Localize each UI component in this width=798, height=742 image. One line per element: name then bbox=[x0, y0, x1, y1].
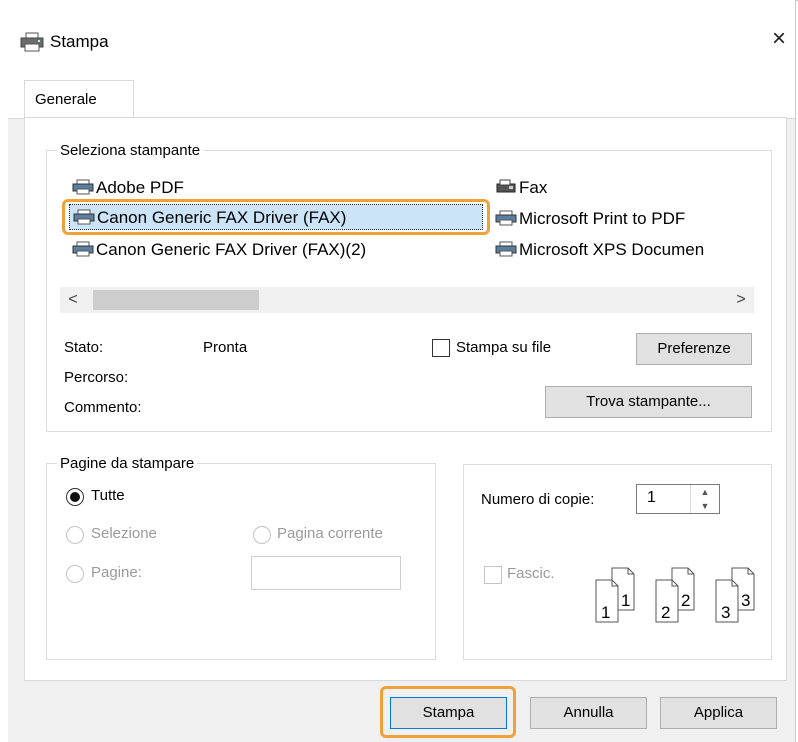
copies-value: 1 bbox=[647, 489, 656, 506]
collate-number: 2 bbox=[681, 591, 690, 610]
collate-label: Fascic. bbox=[507, 565, 555, 582]
copies-spinner[interactable]: 1 ▲ ▼ bbox=[636, 484, 720, 514]
spin-buttons: ▲ ▼ bbox=[690, 485, 719, 513]
collate-checkbox[interactable] bbox=[484, 566, 502, 584]
printer-item-ms-xps[interactable]: Microsoft XPS Documen bbox=[495, 237, 757, 263]
location-label: Percorso: bbox=[64, 369, 129, 386]
scroll-left-button[interactable]: < bbox=[60, 287, 86, 313]
printer-item-canon-fax-2[interactable]: Canon Generic FAX Driver (FAX)(2) bbox=[72, 237, 366, 263]
printer-icon bbox=[20, 32, 44, 52]
all-pages-radio[interactable] bbox=[66, 488, 84, 506]
collate-number: 3 bbox=[721, 603, 730, 622]
highlight-selected-printer bbox=[62, 199, 490, 235]
printer-icon bbox=[72, 241, 94, 257]
pages-label: Pagine: bbox=[91, 564, 142, 581]
collate-number: 3 bbox=[741, 591, 750, 610]
spin-down-icon[interactable]: ▼ bbox=[691, 499, 719, 513]
printer-item-fax[interactable]: Fax bbox=[495, 175, 547, 201]
spin-up-icon[interactable]: ▲ bbox=[691, 485, 719, 499]
preferences-button[interactable]: Preferenze bbox=[636, 333, 752, 365]
collate-number: 1 bbox=[601, 603, 610, 622]
print-to-file-checkbox[interactable] bbox=[432, 339, 450, 357]
printer-name: Adobe PDF bbox=[96, 178, 184, 197]
collate-number: 1 bbox=[621, 591, 630, 610]
pages-radio[interactable] bbox=[66, 565, 84, 583]
print-to-file-label: Stampa su file bbox=[456, 339, 552, 356]
printer-name: Canon Generic FAX Driver (FAX)(2) bbox=[96, 240, 367, 259]
printer-item-ms-print-pdf[interactable]: Microsoft Print to PDF bbox=[495, 206, 685, 232]
status-label: Stato: bbox=[64, 339, 104, 356]
cancel-button[interactable]: Annulla bbox=[530, 697, 647, 729]
collate-icon: 1 1 2 2 3 3 bbox=[595, 567, 755, 623]
window-title: Stampa bbox=[50, 32, 109, 51]
scroll-thumb[interactable] bbox=[93, 290, 259, 310]
printer-name: Microsoft Print to PDF bbox=[519, 209, 686, 228]
status-value: Pronta bbox=[203, 339, 248, 356]
printer-icon bbox=[495, 241, 517, 257]
title-bar: Stampa × bbox=[0, 0, 795, 76]
fax-icon bbox=[496, 179, 516, 193]
tab-generale[interactable]: Generale bbox=[24, 80, 134, 118]
current-page-radio[interactable] bbox=[253, 526, 271, 544]
scroll-right-button[interactable]: > bbox=[728, 287, 754, 313]
current-page-label: Pagina corrente bbox=[277, 525, 383, 542]
close-button[interactable]: × bbox=[767, 26, 791, 52]
radio-selected-dot bbox=[70, 492, 80, 502]
printer-group-legend: Seleziona stampante bbox=[60, 142, 201, 159]
printer-icon bbox=[72, 179, 94, 195]
selection-label: Selezione bbox=[91, 525, 157, 542]
pages-input[interactable] bbox=[251, 556, 401, 590]
find-printer-button[interactable]: Trova stampante... bbox=[545, 386, 752, 418]
apply-button[interactable]: Applica bbox=[660, 697, 777, 729]
selection-radio[interactable] bbox=[66, 526, 84, 544]
dialog-right-border bbox=[795, 0, 796, 742]
printer-item-adobe-pdf[interactable]: Adobe PDF bbox=[72, 175, 184, 201]
page-range-legend: Pagine da stampare bbox=[60, 455, 195, 472]
copies-label: Numero di copie: bbox=[481, 491, 595, 508]
printer-list-scrollbar[interactable]: < > bbox=[60, 287, 754, 313]
printer-name: Fax bbox=[519, 178, 548, 197]
print-dialog: Stampa × Generale Seleziona stampante Ad… bbox=[0, 0, 798, 742]
collate-number: 2 bbox=[661, 603, 670, 622]
printer-icon bbox=[495, 210, 517, 226]
comment-label: Commento: bbox=[64, 399, 142, 416]
printer-name: Microsoft XPS Documen bbox=[519, 240, 705, 259]
print-button[interactable]: Stampa bbox=[390, 697, 507, 729]
all-pages-label: Tutte bbox=[91, 487, 125, 504]
